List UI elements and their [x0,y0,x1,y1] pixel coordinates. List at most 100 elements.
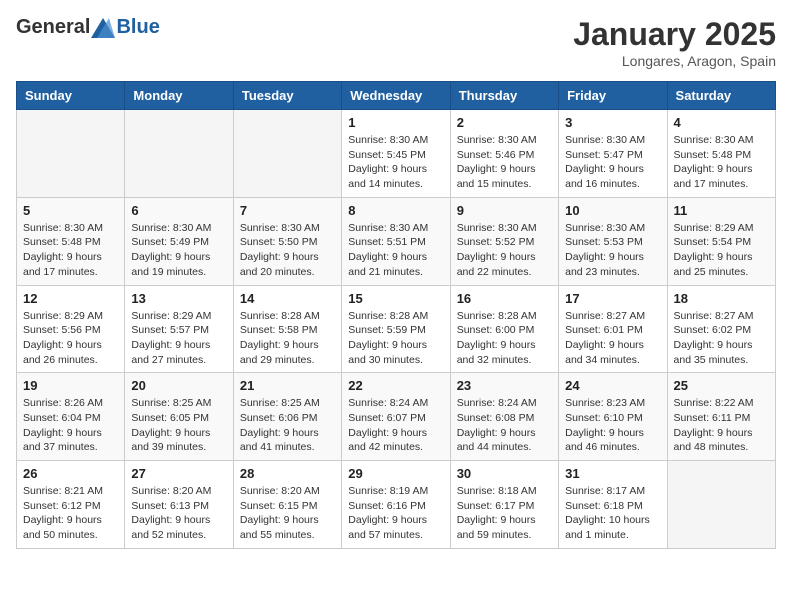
day-number: 1 [348,115,443,130]
calendar-cell-27: 27 Sunrise: 8:20 AMSunset: 6:13 PMDayligh… [125,461,233,549]
calendar-cell-31: 31Sunrise: 8:17 AMSunset: 6:18 PMDayligh… [559,461,667,549]
day-number: 3 [565,115,660,130]
day-info: Sunrise: 8:29 AMSunset: 5:56 PMDaylight:… [23,309,118,368]
day-number: 9 [457,203,552,218]
day-info: Sunrise: 8:30 AMSunset: 5:45 PMDaylight:… [348,133,443,192]
day-info: Sunrise: 8:24 AMSunset: 6:07 PMDaylight:… [348,396,443,455]
day-info: Sunrise: 8:26 AMSunset: 6:04 PMDaylight:… [23,396,118,455]
day-info: Sunrise: 8:30 AMSunset: 5:48 PMDaylight:… [23,221,118,280]
calendar-cell-8: 8 Sunrise: 8:30 AMSunset: 5:51 PMDaylight… [342,197,450,285]
day-info: Sunrise: 8:30 AMSunset: 5:51 PMDaylight:… [348,221,443,280]
day-info: Sunrise: 8:29 AMSunset: 5:54 PMDaylight:… [674,221,769,280]
day-number: 13 [131,291,226,306]
day-info: Sunrise: 8:29 AMSunset: 5:57 PMDaylight:… [131,309,226,368]
calendar-cell-20: 20Sunrise: 8:25 AMSunset: 6:05 PMDayligh… [125,373,233,461]
day-number: 15 [348,291,443,306]
day-number: 6 [131,203,226,218]
day-info: Sunrise: 8:30 AMSunset: 5:46 PMDaylight:… [457,133,552,192]
title-block: January 2025 Longares, Aragon, Spain [573,16,776,69]
day-number: 8 [348,203,443,218]
calendar-cell-empty-4-6 [667,461,775,549]
calendar-cell-11: 11 Sunrise: 8:29 AMSunset: 5:54 PMDayligh… [667,197,775,285]
calendar-week-1: 1 Sunrise: 8:30 AMSunset: 5:45 PMDaylight… [17,110,776,198]
calendar-cell-3: 3 Sunrise: 8:30 AMSunset: 5:47 PMDaylight… [559,110,667,198]
calendar-cell-26: 26 Sunrise: 8:21 AMSunset: 6:12 PMDayligh… [17,461,125,549]
day-info: Sunrise: 8:30 AMSunset: 5:47 PMDaylight:… [565,133,660,192]
calendar-cell-1: 1 Sunrise: 8:30 AMSunset: 5:45 PMDaylight… [342,110,450,198]
calendar-cell-19: 19 Sunrise: 8:26 AMSunset: 6:04 PMDayligh… [17,373,125,461]
day-info: Sunrise: 8:21 AMSunset: 6:12 PMDaylight:… [23,484,118,543]
calendar-cell-2: 2 Sunrise: 8:30 AMSunset: 5:46 PMDaylight… [450,110,558,198]
day-number: 18 [674,291,769,306]
col-header-monday: Monday [125,82,233,110]
calendar-cell-24: 24Sunrise: 8:23 AMSunset: 6:10 PMDayligh… [559,373,667,461]
location-title: Longares, Aragon, Spain [573,53,776,69]
calendar-cell-10: 10 Sunrise: 8:30 AMSunset: 5:53 PMDayligh… [559,197,667,285]
day-info: Sunrise: 8:24 AMSunset: 6:08 PMDaylight:… [457,396,552,455]
day-info: Sunrise: 8:30 AMSunset: 5:48 PMDaylight:… [674,133,769,192]
calendar-cell-30: 30Sunrise: 8:18 AMSunset: 6:17 PMDayligh… [450,461,558,549]
calendar-table: SundayMondayTuesdayWednesdayThursdayFrid… [16,81,776,549]
day-info: Sunrise: 8:28 AMSunset: 5:58 PMDaylight:… [240,309,335,368]
col-header-thursday: Thursday [450,82,558,110]
logo-general-text: General [16,16,90,39]
day-info: Sunrise: 8:23 AMSunset: 6:10 PMDaylight:… [565,396,660,455]
month-title: January 2025 [573,16,776,53]
day-info: Sunrise: 8:20 AMSunset: 6:13 PMDaylight:… [131,484,226,543]
calendar-cell-28: 28 Sunrise: 8:20 AMSunset: 6:15 PMDayligh… [233,461,341,549]
col-header-saturday: Saturday [667,82,775,110]
day-number: 10 [565,203,660,218]
logo: General Blue [16,16,160,39]
calendar-cell-empty-0-0 [17,110,125,198]
calendar-week-3: 12 Sunrise: 8:29 AMSunset: 5:56 PMDayligh… [17,285,776,373]
page-header: General Blue January 2025 Longares, Arag… [16,16,776,69]
day-info: Sunrise: 8:28 AMSunset: 5:59 PMDaylight:… [348,309,443,368]
day-info: Sunrise: 8:25 AMSunset: 6:06 PMDaylight:… [240,396,335,455]
calendar-cell-25: 25Sunrise: 8:22 AMSunset: 6:11 PMDayligh… [667,373,775,461]
col-header-friday: Friday [559,82,667,110]
calendar-cell-22: 22 Sunrise: 8:24 AMSunset: 6:07 PMDayligh… [342,373,450,461]
day-info: Sunrise: 8:19 AMSunset: 6:16 PMDaylight:… [348,484,443,543]
col-header-sunday: Sunday [17,82,125,110]
calendar-cell-13: 13 Sunrise: 8:29 AMSunset: 5:57 PMDayligh… [125,285,233,373]
day-info: Sunrise: 8:30 AMSunset: 5:49 PMDaylight:… [131,221,226,280]
day-info: Sunrise: 8:25 AMSunset: 6:05 PMDaylight:… [131,396,226,455]
logo-icon [91,18,115,38]
day-number: 31 [565,466,660,481]
calendar-cell-29: 29 Sunrise: 8:19 AMSunset: 6:16 PMDayligh… [342,461,450,549]
day-number: 28 [240,466,335,481]
day-number: 21 [240,378,335,393]
day-info: Sunrise: 8:20 AMSunset: 6:15 PMDaylight:… [240,484,335,543]
day-number: 19 [23,378,118,393]
calendar-cell-14: 14 Sunrise: 8:28 AMSunset: 5:58 PMDayligh… [233,285,341,373]
day-number: 2 [457,115,552,130]
day-number: 27 [131,466,226,481]
day-info: Sunrise: 8:30 AMSunset: 5:53 PMDaylight:… [565,221,660,280]
calendar-cell-5: 5 Sunrise: 8:30 AMSunset: 5:48 PMDaylight… [17,197,125,285]
day-number: 29 [348,466,443,481]
calendar-cell-18: 18 Sunrise: 8:27 AMSunset: 6:02 PMDayligh… [667,285,775,373]
calendar-cell-6: 6 Sunrise: 8:30 AMSunset: 5:49 PMDaylight… [125,197,233,285]
calendar-cell-17: 17Sunrise: 8:27 AMSunset: 6:01 PMDayligh… [559,285,667,373]
day-info: Sunrise: 8:28 AMSunset: 6:00 PMDaylight:… [457,309,552,368]
day-number: 23 [457,378,552,393]
day-info: Sunrise: 8:30 AMSunset: 5:52 PMDaylight:… [457,221,552,280]
day-info: Sunrise: 8:18 AMSunset: 6:17 PMDaylight:… [457,484,552,543]
day-number: 12 [23,291,118,306]
day-number: 14 [240,291,335,306]
day-number: 26 [23,466,118,481]
calendar-cell-15: 15 Sunrise: 8:28 AMSunset: 5:59 PMDayligh… [342,285,450,373]
col-header-wednesday: Wednesday [342,82,450,110]
day-number: 22 [348,378,443,393]
day-number: 5 [23,203,118,218]
logo-blue-text: Blue [116,16,159,39]
day-info: Sunrise: 8:22 AMSunset: 6:11 PMDaylight:… [674,396,769,455]
day-info: Sunrise: 8:27 AMSunset: 6:02 PMDaylight:… [674,309,769,368]
col-header-tuesday: Tuesday [233,82,341,110]
day-number: 7 [240,203,335,218]
calendar-cell-7: 7Sunrise: 8:30 AMSunset: 5:50 PMDaylight… [233,197,341,285]
calendar-cell-9: 9 Sunrise: 8:30 AMSunset: 5:52 PMDaylight… [450,197,558,285]
day-number: 16 [457,291,552,306]
calendar-week-5: 26 Sunrise: 8:21 AMSunset: 6:12 PMDayligh… [17,461,776,549]
day-number: 11 [674,203,769,218]
